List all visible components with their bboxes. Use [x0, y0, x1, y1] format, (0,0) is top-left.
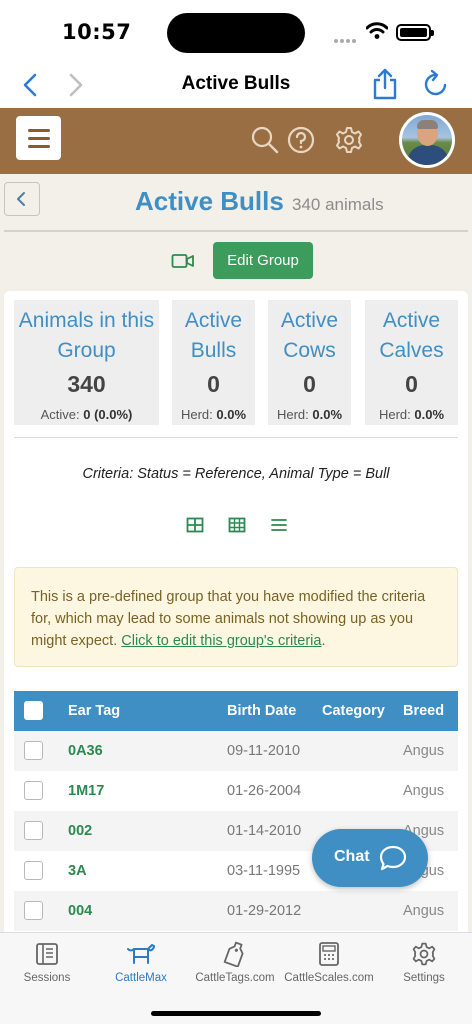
gear-icon — [412, 942, 436, 966]
card-view-icon[interactable] — [186, 517, 204, 533]
row-checkbox[interactable] — [24, 821, 43, 840]
stat-active-calves: Active Calves 0 Herd: 0.0% — [365, 300, 458, 425]
stat-value: 0 — [303, 371, 316, 397]
stat-label: Animals in this Group — [18, 309, 155, 362]
breed-cell: Angus — [403, 903, 445, 919]
birth-date-cell: 01-14-2010 — [227, 823, 302, 839]
status-bar: 10:57 — [0, 0, 472, 62]
criteria-text: Criteria: Status = Reference, Animal Typ… — [82, 466, 390, 482]
ear-tag-link[interactable]: 3A — [68, 863, 87, 879]
stat-sub: Herd: 0.0% — [180, 407, 247, 422]
ear-tag-link[interactable]: 1M17 — [68, 783, 104, 799]
ear-tag-link[interactable]: 0A36 — [68, 743, 103, 759]
stat-label: Active Calves — [379, 309, 444, 362]
tab-label: CattleMax — [115, 972, 167, 984]
stat-value: 340 — [67, 371, 106, 397]
modified-group-notice: This is a pre-defined group that you hav… — [14, 567, 458, 667]
browser-nav-bar: Active Bulls — [0, 62, 472, 108]
stat-sub: Active: 0 (0.0%) — [40, 407, 133, 422]
battery-icon — [396, 24, 434, 41]
header-category[interactable]: Category — [322, 703, 385, 719]
bottom-tab-bar: Sessions CattleMax CattleTags.com Cattle… — [0, 932, 472, 1024]
chevron-left-icon — [17, 192, 25, 206]
tab-cattlemax[interactable]: CattleMax — [94, 939, 188, 984]
birth-date-cell: 01-26-2004 — [227, 783, 302, 799]
tab-sessions[interactable]: Sessions — [0, 939, 94, 984]
list-view-icon[interactable] — [270, 517, 288, 533]
header-birth-date[interactable]: Birth Date — [227, 703, 296, 719]
header-breed[interactable]: Breed — [403, 703, 444, 719]
scale-icon — [319, 942, 339, 966]
tag-icon — [223, 941, 244, 967]
stat-label: Active Cows — [280, 309, 339, 362]
grid-view-icon[interactable] — [228, 517, 246, 533]
wifi-icon — [366, 22, 388, 39]
nav-title: Active Bulls — [181, 73, 291, 94]
signal-icon — [334, 30, 358, 48]
birth-date-cell: 09-11-2010 — [227, 743, 301, 759]
stat-animals-in-group: Animals in this Group 340 Active: 0 (0.0… — [14, 300, 159, 425]
notice-end: . — [321, 633, 326, 649]
birth-date-cell: 01-29-2012 — [227, 903, 302, 919]
ear-tag-link[interactable]: 004 — [68, 903, 92, 919]
refresh-icon[interactable] — [421, 69, 451, 99]
tab-cattlescales[interactable]: CattleScales.com — [282, 939, 376, 984]
help-icon[interactable] — [286, 125, 316, 155]
stat-sub: Herd: 0.0% — [378, 407, 445, 422]
video-camera-icon[interactable] — [171, 251, 195, 271]
tab-label: Settings — [403, 972, 445, 984]
stats-divider — [14, 437, 458, 438]
stat-label: Active Bulls — [184, 309, 243, 362]
dynamic-island — [167, 13, 305, 53]
tab-cattletags[interactable]: CattleTags.com — [188, 939, 282, 984]
ear-tag-link[interactable]: 002 — [68, 823, 92, 839]
tab-settings[interactable]: Settings — [377, 939, 471, 984]
share-icon[interactable] — [370, 67, 400, 101]
page-back-button[interactable] — [4, 182, 40, 216]
tab-label: Sessions — [23, 972, 71, 984]
animals-table: Ear Tag Birth Date Category Breed 0A36 0… — [14, 691, 458, 931]
row-checkbox[interactable] — [24, 741, 43, 760]
settings-gear-icon[interactable] — [334, 125, 364, 155]
stat-active-cows: Active Cows 0 Herd: 0.0% — [268, 300, 351, 425]
stat-value: 0 — [405, 371, 418, 397]
tab-label: CattleScales.com — [284, 972, 374, 984]
main-content: Active Bulls 340 animals Edit Group Anim… — [0, 174, 472, 932]
cattlemax-icon — [127, 944, 155, 964]
table-row[interactable]: 0A36 09-11-2010 Angus — [14, 731, 458, 771]
status-time: 10:57 — [62, 20, 132, 44]
row-checkbox[interactable] — [24, 901, 43, 920]
breed-cell: Angus — [403, 743, 445, 759]
animal-count: 340 animals — [292, 195, 384, 214]
stat-sub: Herd: 0.0% — [276, 407, 343, 422]
sessions-icon — [36, 943, 58, 965]
edit-criteria-link[interactable]: Click to edit this group's criteria — [121, 633, 321, 649]
stat-active-bulls: Active Bulls 0 Herd: 0.0% — [172, 300, 255, 425]
edit-group-button[interactable]: Edit Group — [213, 242, 313, 279]
birth-date-cell: 03-11-1995 — [227, 863, 301, 879]
chat-button[interactable]: Chat — [312, 829, 428, 887]
table-header: Ear Tag Birth Date Category Breed — [14, 691, 458, 731]
chat-label: Chat — [334, 848, 370, 865]
hamburger-menu-button[interactable] — [16, 116, 61, 160]
breed-cell: Angus — [403, 783, 445, 799]
stat-value: 0 — [207, 371, 220, 397]
title-divider — [4, 230, 468, 232]
table-row[interactable]: 1M17 01-26-2004 Angus — [14, 771, 458, 811]
table-row[interactable]: 004 01-29-2012 Angus — [14, 891, 458, 931]
search-icon[interactable] — [250, 125, 280, 155]
row-checkbox[interactable] — [24, 861, 43, 880]
header-ear-tag[interactable]: Ear Tag — [68, 703, 120, 719]
page-title: Active Bulls — [135, 186, 284, 216]
chat-bubble-icon — [379, 845, 407, 871]
tab-label: CattleTags.com — [195, 972, 275, 984]
row-checkbox[interactable] — [24, 781, 43, 800]
select-all-checkbox[interactable] — [24, 701, 43, 720]
home-indicator[interactable] — [151, 1011, 321, 1016]
user-avatar[interactable] — [399, 112, 455, 168]
app-header — [0, 108, 472, 174]
